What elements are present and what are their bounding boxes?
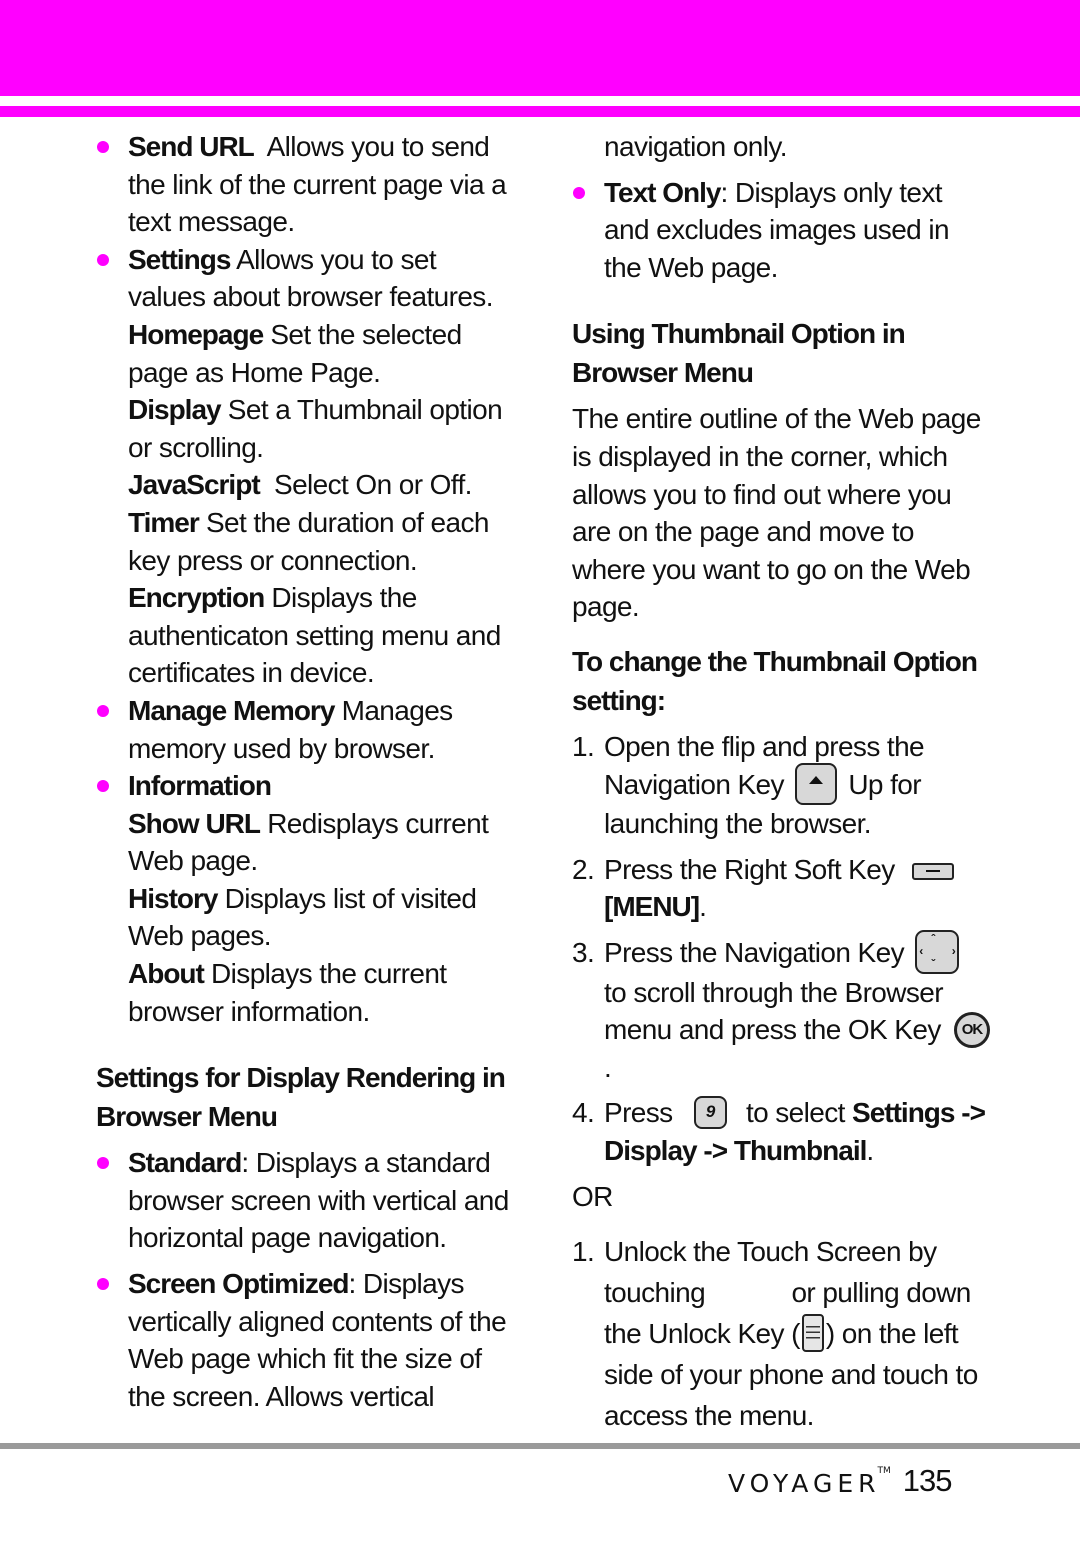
or-label: OR bbox=[572, 1180, 613, 1212]
sub-item-homepage: Homepage Set the selected page as Home P… bbox=[96, 316, 516, 391]
footer: VOYAGERTM 135 bbox=[728, 1460, 953, 1504]
footer-rule bbox=[0, 1443, 1080, 1449]
description: Select On or Off. bbox=[274, 469, 472, 501]
term: History bbox=[128, 882, 218, 914]
section-heading-thumbnail: Using Thumbnail Option in Browser Menu bbox=[572, 318, 906, 389]
term: Settings bbox=[128, 243, 231, 275]
header-stripe bbox=[0, 106, 1080, 117]
sub-item-show-url: Show URL Redisplays current Web page. bbox=[96, 805, 516, 880]
bullet-icon bbox=[97, 253, 109, 266]
term: Encryption bbox=[128, 582, 265, 614]
term: Information bbox=[128, 770, 272, 802]
term: Timer bbox=[128, 506, 200, 538]
procedure-heading: To change the Thumbnail Option setting: bbox=[572, 645, 978, 716]
bullet-screen-optimized: Screen Optimized: Displays vertically al… bbox=[96, 1265, 516, 1415]
term: Display bbox=[128, 394, 222, 426]
bullet-icon bbox=[97, 141, 109, 153]
step-3: 3. Press the Navigation Key ˆ ‹ › ˇ to s… bbox=[572, 929, 992, 1086]
step-text: to select bbox=[745, 1097, 845, 1129]
menu-label: [MENU] bbox=[604, 891, 700, 923]
right-column: navigation only. Text Only: Displays onl… bbox=[572, 128, 992, 1436]
thumbnail-paragraph: The entire outline of the Web page is di… bbox=[572, 403, 981, 623]
step-4: 4. Press 9 to select Settings -> Display… bbox=[572, 1094, 992, 1169]
step-text: to scroll through the Browser menu and p… bbox=[604, 976, 944, 1046]
step-number: 4. bbox=[572, 1097, 595, 1129]
menu-path: Settings -> bbox=[852, 1097, 986, 1129]
page-number: 135 bbox=[902, 1463, 953, 1498]
step-number: 3. bbox=[572, 936, 595, 968]
menu-path: Display -> Thumbnail bbox=[604, 1134, 867, 1166]
term: About bbox=[128, 958, 205, 990]
term: Manage Memory bbox=[128, 694, 335, 726]
bullet-settings: Settings Allows you to set values about … bbox=[96, 241, 516, 316]
bullet-information: Information bbox=[96, 767, 516, 805]
term: Homepage bbox=[128, 318, 264, 350]
sub-item-timer: Timer Set the duration of each key press… bbox=[96, 504, 516, 579]
step-number: 1. bbox=[572, 1236, 595, 1268]
sub-item-history: History Displays list of visited Web pag… bbox=[96, 880, 516, 955]
bullet-text-only: Text Only: Displays only text and exclud… bbox=[572, 174, 992, 287]
sub-item-about: About Displays the current browser infor… bbox=[96, 955, 516, 1030]
step-text: . bbox=[604, 1051, 612, 1083]
continuation-text: navigation only. bbox=[604, 131, 788, 162]
term: Show URL bbox=[128, 807, 261, 839]
term: Text Only bbox=[604, 176, 722, 208]
term: Standard bbox=[128, 1147, 242, 1179]
bullet-manage-memory: Manage Memory Manages memory used by bro… bbox=[96, 692, 516, 767]
term: Send URL bbox=[128, 131, 255, 162]
step-text: Press bbox=[604, 1097, 673, 1129]
header-band bbox=[0, 0, 1080, 96]
key-9-icon: 9 bbox=[693, 1096, 727, 1130]
bullet-icon bbox=[97, 1157, 109, 1170]
bullet-icon bbox=[97, 1278, 109, 1291]
step-text: Press the Navigation Key bbox=[604, 936, 905, 968]
right-soft-key-icon bbox=[911, 862, 954, 880]
section-heading-display-rendering: Settings for Display Rendering in Browse… bbox=[96, 1062, 506, 1133]
trademark: TM bbox=[877, 1466, 891, 1476]
navigation-key-icon: ˆ ‹ › ˇ bbox=[915, 929, 960, 974]
term: Screen Optimized bbox=[128, 1268, 350, 1300]
bullet-icon bbox=[97, 704, 109, 717]
bullet-standard: Standard: Displays a standard browser sc… bbox=[96, 1144, 516, 1257]
bullet-icon bbox=[97, 780, 109, 793]
term: JavaScript bbox=[128, 469, 261, 501]
bullet-icon bbox=[573, 186, 585, 199]
sub-item-encryption: Encryption Displays the authenticaton se… bbox=[96, 579, 516, 692]
step-text: Press the Right Soft Key bbox=[604, 853, 895, 885]
step-2: 2. Press the Right Soft Key [MENU]. bbox=[572, 851, 992, 926]
alt-step-1: 1. Unlock the Touch Screen by touching o… bbox=[572, 1231, 992, 1436]
step-text: . bbox=[699, 891, 707, 923]
sub-item-javascript: JavaScript Select On or Off. bbox=[96, 466, 516, 504]
step-number: 1. bbox=[572, 730, 595, 762]
ok-key-icon: OK bbox=[953, 1011, 990, 1048]
unlock-key-icon bbox=[801, 1313, 824, 1352]
sub-item-display: Display Set a Thumbnail option or scroll… bbox=[96, 391, 516, 466]
brand-logo: VOYAGERTM bbox=[728, 1466, 891, 1498]
step-1: 1. Open the flip and press the Navigatio… bbox=[572, 728, 992, 843]
left-column: Send URL Allows you to send the link of … bbox=[96, 128, 516, 1415]
brand-name: VOYAGER bbox=[728, 1469, 881, 1498]
navigation-up-key-icon bbox=[795, 763, 838, 806]
step-text: . bbox=[866, 1134, 874, 1166]
bullet-send-url: Send URL Allows you to send the link of … bbox=[96, 128, 516, 241]
step-number: 2. bbox=[572, 853, 595, 885]
